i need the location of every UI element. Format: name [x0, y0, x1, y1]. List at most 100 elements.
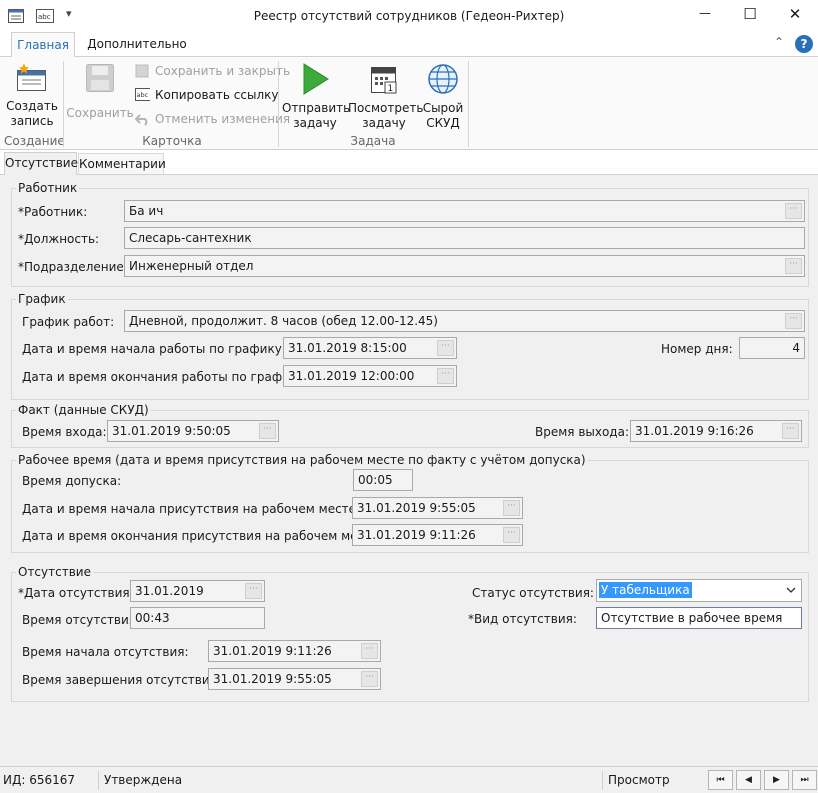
raw-skud-button[interactable]: Сырой СКУД — [420, 63, 466, 131]
absence-type-label: *Вид отсутствия: — [468, 612, 577, 626]
first-record-button[interactable]: ⏮ — [708, 770, 733, 790]
entry-time-field[interactable]: 31.01.2019 9:50:05 ··· — [107, 420, 279, 442]
prev-record-button[interactable]: ◀ — [736, 770, 761, 790]
entry-time-picker-button[interactable]: ··· — [259, 423, 276, 439]
absence-duration-label: Время отсутствия: — [22, 613, 141, 627]
presence-start-label: Дата и время начала присутствия на рабоч… — [22, 502, 361, 516]
tolerance-label: Время допуска: — [22, 474, 122, 488]
app-icon[interactable] — [8, 9, 24, 23]
employee-lookup-button[interactable]: ··· — [785, 203, 802, 219]
globe-icon — [428, 64, 458, 94]
day-number-field[interactable]: 4 — [739, 337, 805, 359]
calendar-icon: 1 — [371, 67, 397, 94]
absence-end-value: 31.01.2019 9:55:05 — [213, 672, 332, 686]
entry-time-value: 31.01.2019 9:50:05 — [112, 424, 231, 438]
undo-changes-button[interactable]: Отменить изменения — [135, 109, 290, 129]
copy-link-button[interactable]: abc Копировать ссылку — [135, 85, 278, 105]
presence-end-picker-button[interactable]: ··· — [503, 527, 520, 543]
presence-end-field[interactable]: 31.01.2019 9:11:26 ··· — [352, 524, 523, 546]
absence-date-picker-button[interactable]: ··· — [245, 583, 262, 599]
raw-skud-label-2: СКУД — [426, 116, 460, 130]
absence-status-value: У табельщика — [599, 582, 692, 598]
position-label: *Должность: — [18, 232, 100, 246]
schedule-start-value: 31.01.2019 8:15:00 — [288, 341, 407, 355]
absence-end-field[interactable]: 31.01.2019 9:55:05 ··· — [208, 668, 381, 690]
absence-end-picker-button[interactable]: ··· — [361, 671, 378, 687]
view-task-label-2: задачу — [362, 116, 406, 130]
absence-form: Работник *Работник: Ба ич ··· *Должность… — [0, 174, 818, 766]
absence-date-label: *Дата отсутствия: — [18, 586, 134, 600]
schedule-label: График работ: — [22, 315, 115, 329]
absence-start-field[interactable]: 31.01.2019 9:11:26 ··· — [208, 640, 381, 662]
collapse-ribbon-icon[interactable]: ⌃ — [774, 35, 784, 49]
exit-time-label: Время выхода: — [535, 425, 630, 439]
exit-time-value: 31.01.2019 9:16:26 — [635, 424, 754, 438]
schedule-start-picker-button[interactable]: ··· — [437, 340, 454, 356]
schedule-field[interactable]: Дневной, продолжит. 8 часов (обед 12.00-… — [124, 310, 805, 332]
exit-time-field[interactable]: 31.01.2019 9:16:26 ··· — [630, 420, 802, 442]
position-field[interactable]: Слесарь-сантехник — [124, 227, 805, 249]
absence-type-value: Отсутствие в рабочее время — [601, 611, 783, 625]
help-icon[interactable]: ? — [795, 35, 813, 53]
svg-text:abc: abc — [137, 91, 149, 99]
schedule-start-field[interactable]: 31.01.2019 8:15:00 ··· — [283, 337, 457, 359]
play-icon — [303, 63, 329, 95]
presence-start-field[interactable]: 31.01.2019 9:55:05 ··· — [352, 497, 523, 519]
tab-absence[interactable]: Отсутствие — [4, 152, 78, 175]
send-task-button[interactable]: Отправить задачу — [282, 63, 350, 131]
position-value: Слесарь-сантехник — [129, 231, 252, 245]
ribbon-tab-home[interactable]: Главная — [11, 32, 75, 57]
tab-comments[interactable]: Комментарии — [78, 153, 166, 174]
presence-start-picker-button[interactable]: ··· — [503, 500, 520, 516]
create-record-button[interactable]: Создать запись — [4, 63, 60, 129]
save-button[interactable]: Сохранить — [66, 63, 134, 121]
worker-group-legend: Работник — [18, 181, 78, 195]
schedule-end-field[interactable]: 31.01.2019 12:00:00 ··· — [283, 365, 457, 387]
schedule-end-picker-button[interactable]: ··· — [437, 368, 454, 384]
presence-end-value: 31.01.2019 9:11:26 — [357, 528, 476, 542]
tolerance-field[interactable]: 00:05 — [353, 469, 413, 491]
tolerance-value: 00:05 — [358, 473, 393, 487]
ribbon-tab-extra[interactable]: Дополнительно — [82, 32, 192, 57]
department-field[interactable]: Инженерный отдел ··· — [124, 255, 805, 277]
view-task-button[interactable]: 1 Посмотреть задачу — [348, 63, 424, 131]
next-record-button[interactable]: ▶ — [764, 770, 789, 790]
absence-duration-field[interactable]: 00:43 — [130, 607, 265, 629]
save-close-label: Сохранить и закрыть — [155, 64, 291, 78]
absence-type-field[interactable]: Отсутствие в рабочее время — [596, 607, 802, 629]
schedule-lookup-button[interactable]: ··· — [785, 313, 802, 329]
raw-skud-label-1: Сырой — [422, 101, 464, 115]
save-icon — [86, 64, 114, 92]
department-lookup-button[interactable]: ··· — [785, 258, 802, 274]
department-value: Инженерный отдел — [129, 259, 254, 273]
view-task-label-1: Посмотреть — [348, 101, 424, 115]
ribbon-tab-bar: Главная Дополнительно ⌃ ? — [0, 32, 818, 57]
svg-text:1: 1 — [388, 84, 394, 94]
absence-status-label: Статус отсутствия: — [472, 586, 594, 600]
absence-end-label: Время завершения отсутствия: — [22, 673, 221, 687]
employee-label: *Работник: — [18, 205, 88, 219]
schedule-end-label: Дата и время окончания работы по графику… — [22, 370, 309, 384]
schedule-group-legend: График — [18, 292, 66, 306]
chevron-down-icon[interactable] — [786, 587, 796, 593]
absence-start-picker-button[interactable]: ··· — [361, 643, 378, 659]
minimize-button[interactable]: — — [685, 6, 725, 20]
schedule-value: Дневной, продолжит. 8 часов (обед 12.00-… — [129, 314, 438, 328]
copy-link-qat-icon[interactable]: abc — [36, 9, 54, 23]
save-close-icon — [135, 64, 149, 78]
day-number-value: 4 — [792, 341, 800, 355]
department-label: *Подразделение: — [18, 260, 128, 274]
last-record-button[interactable]: ⏭ — [792, 770, 817, 790]
create-record-label-1: Создать — [6, 99, 58, 113]
qat-dropdown-icon[interactable]: ▾ — [66, 7, 72, 20]
absence-status-select[interactable]: У табельщика — [596, 579, 802, 602]
exit-time-picker-button[interactable]: ··· — [782, 423, 799, 439]
absence-date-field[interactable]: 31.01.2019 ··· — [130, 580, 265, 602]
save-close-button[interactable]: Сохранить и закрыть — [135, 61, 290, 81]
absence-duration-value: 00:43 — [135, 611, 170, 625]
undo-icon — [135, 114, 148, 126]
maximize-button[interactable]: ☐ — [730, 5, 770, 23]
close-button[interactable]: ✕ — [775, 5, 815, 23]
day-number-label: Номер дня: — [661, 342, 733, 356]
employee-field[interactable]: Ба ич ··· — [124, 200, 805, 222]
